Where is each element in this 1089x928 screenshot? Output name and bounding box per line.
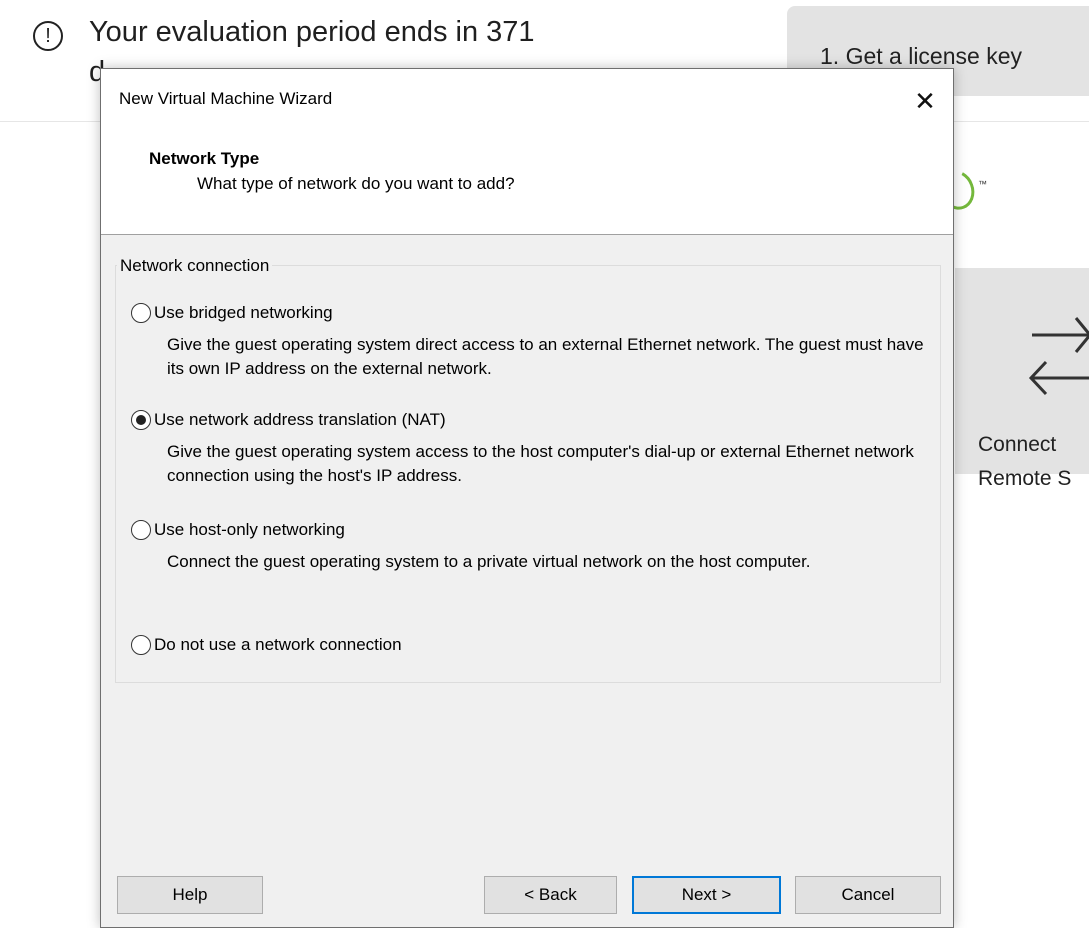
- cancel-button[interactable]: Cancel: [795, 876, 941, 914]
- close-button[interactable]: ✕: [897, 69, 953, 131]
- option-description: Give the guest operating system direct a…: [167, 335, 924, 378]
- help-button[interactable]: Help: [117, 876, 263, 914]
- back-button[interactable]: < Back: [484, 876, 617, 914]
- option-label: Use bridged networking: [154, 303, 333, 322]
- option-label: Use host-only networking: [154, 520, 345, 539]
- option-description: Connect the guest operating system to a …: [167, 552, 811, 571]
- radio-circle[interactable]: [131, 635, 151, 655]
- info-alert-icon: !: [33, 21, 63, 51]
- dialog-titlebar[interactable]: New Virtual Machine Wizard ✕: [101, 69, 953, 131]
- step-subtitle: What type of network do you want to add?: [197, 174, 515, 193]
- option-label: Use network address translation (NAT): [154, 410, 446, 429]
- next-button[interactable]: Next >: [632, 876, 781, 914]
- option-description: Give the guest operating system access t…: [167, 442, 914, 485]
- arrows-exchange-icon: [1028, 317, 1089, 396]
- evaluation-banner-text: Your evaluation period ends in 371: [89, 16, 535, 48]
- radio-circle[interactable]: [131, 410, 151, 430]
- step-title: Network Type: [149, 149, 260, 168]
- radio-circle[interactable]: [131, 303, 151, 323]
- dialog-title: New Virtual Machine Wizard: [119, 89, 333, 108]
- new-vm-wizard-dialog: New Virtual Machine Wizard ✕ Network Typ…: [100, 68, 954, 928]
- radio-circle[interactable]: [131, 520, 151, 540]
- option-label: Do not use a network connection: [154, 635, 402, 654]
- connect-remote-server-label: Connect Remote S: [978, 433, 1072, 490]
- network-connection-group-label: Network connection: [117, 256, 273, 276]
- wizard-step-header: Network Type What type of network do you…: [101, 131, 953, 235]
- logo-trademark: ™: [978, 179, 987, 189]
